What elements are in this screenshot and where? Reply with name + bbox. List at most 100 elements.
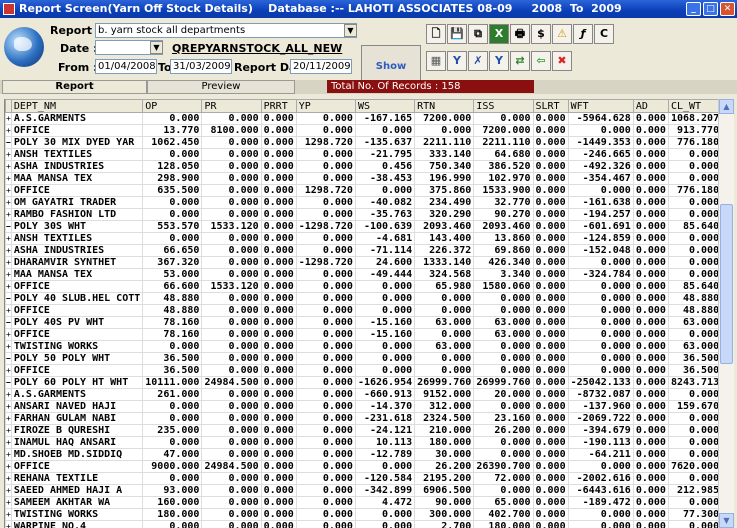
table-row[interactable]: + MAA MANSA TEX 53.000 0.000 0.000 0.000 -49.4…	[5, 268, 719, 281]
table-row[interactable]: + A.S.GARMENTS 261.000 0.000 0.000 0.000 -660.…	[5, 388, 719, 401]
column-header[interactable]: OP	[142, 99, 203, 113]
vertical-scrollbar[interactable]: ▲ ▼	[718, 99, 734, 528]
expand-toggle-icon[interactable]: +	[5, 496, 12, 509]
column-header[interactable]: SLRT	[532, 99, 569, 113]
table-row[interactable]: + INAMUL HAQ ANSARI 0.000 0.000 0.000 0.000 10…	[5, 436, 719, 449]
column-header[interactable]: CL_WT	[667, 99, 719, 113]
expand-toggle-icon[interactable]: +	[5, 304, 12, 317]
expand-toggle-icon[interactable]: +	[5, 460, 12, 473]
table-row[interactable]: + REHANA TEXTILE 0.000 0.000 0.000 0.000 -120.…	[5, 472, 719, 485]
expand-toggle-icon[interactable]: +	[5, 124, 12, 137]
table-row[interactable]: + DHARAMVIR SYNTHET 367.320 0.000 0.000 -1298…	[5, 256, 719, 269]
report-dropdown-icon[interactable]: ▼	[344, 24, 357, 37]
table-row[interactable]: + SAEED AHMED HAJI A 93.000 0.000 0.000 0.000…	[5, 484, 719, 497]
group-row[interactable]: − POLY 30 MIX DYED YAR 1062.450 0.000 0.000 1…	[5, 136, 719, 149]
expand-toggle-icon[interactable]: −	[5, 292, 12, 305]
expand-toggle-icon[interactable]: +	[5, 112, 12, 125]
expand-toggle-icon[interactable]: −	[5, 376, 12, 389]
copy-icon[interactable]: ⧉	[468, 24, 488, 44]
expand-toggle-icon[interactable]: +	[5, 160, 12, 173]
save-icon[interactable]: 💾	[447, 24, 467, 44]
table-row[interactable]: + OFFICE 36.500 0.000 0.000 0.000 0.000 0.000 0.…	[5, 364, 719, 377]
column-header[interactable]: DEPT_NM	[10, 99, 144, 113]
export-icon[interactable]: ⇄	[510, 51, 530, 71]
table-row[interactable]: + RAMBO FASHION LTD 0.000 0.000 0.000 0.000 -3…	[5, 208, 719, 221]
pivot-icon[interactable]: ▦	[426, 51, 446, 71]
expand-toggle-icon[interactable]: +	[5, 340, 12, 353]
expand-toggle-icon[interactable]: +	[5, 520, 12, 528]
column-header[interactable]: WS	[354, 99, 416, 113]
table-row[interactable]: + ANSARI NAVED HAJI 0.000 0.000 0.000 0.000 -1…	[5, 400, 719, 413]
column-header[interactable]: WFT	[567, 99, 634, 113]
excel-icon[interactable]: X	[489, 24, 509, 44]
filter-icon[interactable]: Y	[447, 51, 467, 71]
expand-toggle-icon[interactable]: −	[5, 220, 12, 233]
warning-icon[interactable]: ⚠	[552, 24, 572, 44]
column-header[interactable]: PRRT	[260, 99, 297, 113]
table-row[interactable]: + OFFICE 635.500 0.000 0.000 1298.720 0.000 375…	[5, 184, 719, 197]
tab-report[interactable]: Report	[2, 80, 147, 94]
filter-clear-icon[interactable]: ✗	[468, 51, 488, 71]
table-row[interactable]: + ASHA INDUSTRIES 128.050 0.000 0.000 0.000 0.…	[5, 160, 719, 173]
table-row[interactable]: + WARPINE NO.4 0.000 0.000 0.000 0.000 0.000 2.…	[5, 520, 719, 528]
expand-toggle-icon[interactable]: −	[5, 316, 12, 329]
expand-toggle-icon[interactable]: +	[5, 412, 12, 425]
expand-toggle-icon[interactable]: +	[5, 184, 12, 197]
expand-toggle-icon[interactable]: +	[5, 328, 12, 341]
expand-toggle-icon[interactable]: +	[5, 472, 12, 485]
expand-toggle-icon[interactable]: +	[5, 448, 12, 461]
expand-toggle-icon[interactable]: +	[5, 424, 12, 437]
expand-toggle-icon[interactable]: +	[5, 388, 12, 401]
table-row[interactable]: + OFFICE 13.770 8100.000 0.000 0.000 0.000 0.00…	[5, 124, 719, 137]
column-header[interactable]: PR	[201, 99, 262, 113]
table-row[interactable]: + FARHAN GULAM NABI 0.000 0.000 0.000 0.000 -2…	[5, 412, 719, 425]
group-row[interactable]: − POLY 50 POLY WHT 36.500 0.000 0.000 0.000 0.…	[5, 352, 719, 365]
table-row[interactable]: + ASHA INDUSTRIES 66.650 0.000 0.000 0.000 -71…	[5, 244, 719, 257]
expand-toggle-icon[interactable]: +	[5, 436, 12, 449]
expand-toggle-icon[interactable]: +	[5, 172, 12, 185]
delete-icon[interactable]: ✖	[552, 51, 572, 71]
print-icon[interactable]: 🖶	[510, 24, 530, 44]
table-row[interactable]: + OFFICE 9000.000 24984.500 0.000 0.000 0.000 2…	[5, 460, 719, 473]
column-header[interactable]: ISS	[473, 99, 534, 113]
expand-toggle-icon[interactable]: +	[5, 364, 12, 377]
expand-toggle-icon[interactable]: +	[5, 208, 12, 221]
dollar-icon[interactable]: $	[531, 24, 551, 44]
expand-toggle-icon[interactable]: +	[5, 196, 12, 209]
table-row[interactable]: + MAA MANSA TEX 298.900 0.000 0.000 0.000 -38.…	[5, 172, 719, 185]
minimize-button[interactable]: _	[686, 2, 701, 16]
report-grid[interactable]: DEPT_NM OP PR PRRT YP WS RTN ISS SLRT WF…	[4, 99, 719, 528]
column-header[interactable]: RTN	[414, 99, 475, 113]
table-row[interactable]: + ANSH TEXTILES 0.000 0.000 0.000 0.000 -4.681…	[5, 232, 719, 245]
table-row[interactable]: + A.S.GARMENTS 0.000 0.000 0.000 0.000 -167.16…	[5, 112, 719, 125]
report-select[interactable]: b. yarn stock all departments	[95, 23, 357, 38]
expand-toggle-icon[interactable]: +	[5, 268, 12, 281]
expand-toggle-icon[interactable]: +	[5, 232, 12, 245]
expand-toggle-icon[interactable]: +	[5, 244, 12, 257]
expand-toggle-icon[interactable]: −	[5, 136, 12, 149]
group-row[interactable]: − POLY 60 POLY HT WHT 10111.000 24984.500 0.…	[5, 376, 719, 389]
scroll-down-icon[interactable]: ▼	[719, 513, 734, 528]
expand-toggle-icon[interactable]: +	[5, 148, 12, 161]
font-icon[interactable]: ƒ	[573, 24, 593, 44]
scroll-thumb[interactable]	[720, 204, 733, 364]
group-row[interactable]: − POLY 40S PV WHT 78.160 0.000 0.000 0.000 -15…	[5, 316, 719, 329]
table-row[interactable]: + OM GAYATRI TRADER 0.000 0.000 0.000 0.000 -4…	[5, 196, 719, 209]
table-row[interactable]: + MD.SHOEB MD.SIDDIQ 47.000 0.000 0.000 0.000…	[5, 448, 719, 461]
maximize-button[interactable]: □	[703, 2, 718, 16]
to-date-field[interactable]: 31/03/2009	[170, 59, 232, 74]
expand-toggle-icon[interactable]: −	[5, 352, 12, 365]
table-row[interactable]: + ANSH TEXTILES 0.000 0.000 0.000 0.000 -21.79…	[5, 148, 719, 161]
expand-toggle-icon[interactable]: +	[5, 484, 12, 497]
close-button[interactable]: ✕	[720, 2, 735, 16]
new-icon[interactable]: 🗋	[426, 24, 446, 44]
table-row[interactable]: + SAMEEM AKHTAR WA 160.000 0.000 0.000 0.000 4…	[5, 496, 719, 509]
exit-icon[interactable]: ⇦	[531, 51, 551, 71]
tab-preview[interactable]: Preview	[147, 80, 295, 94]
table-row[interactable]: + TWISTING WORKS 0.000 0.000 0.000 0.000 0.000…	[5, 340, 719, 353]
group-row[interactable]: − POLY 40 SLUB.HEL COTT 48.880 0.000 0.000 0.…	[5, 292, 719, 305]
report-date-field[interactable]: 20/11/2009	[290, 59, 352, 74]
expand-toggle-icon[interactable]: +	[5, 256, 12, 269]
filter-alt-icon[interactable]: Y	[489, 51, 509, 71]
table-row[interactable]: + OFFICE 66.600 1533.120 0.000 0.000 0.000 65.9…	[5, 280, 719, 293]
